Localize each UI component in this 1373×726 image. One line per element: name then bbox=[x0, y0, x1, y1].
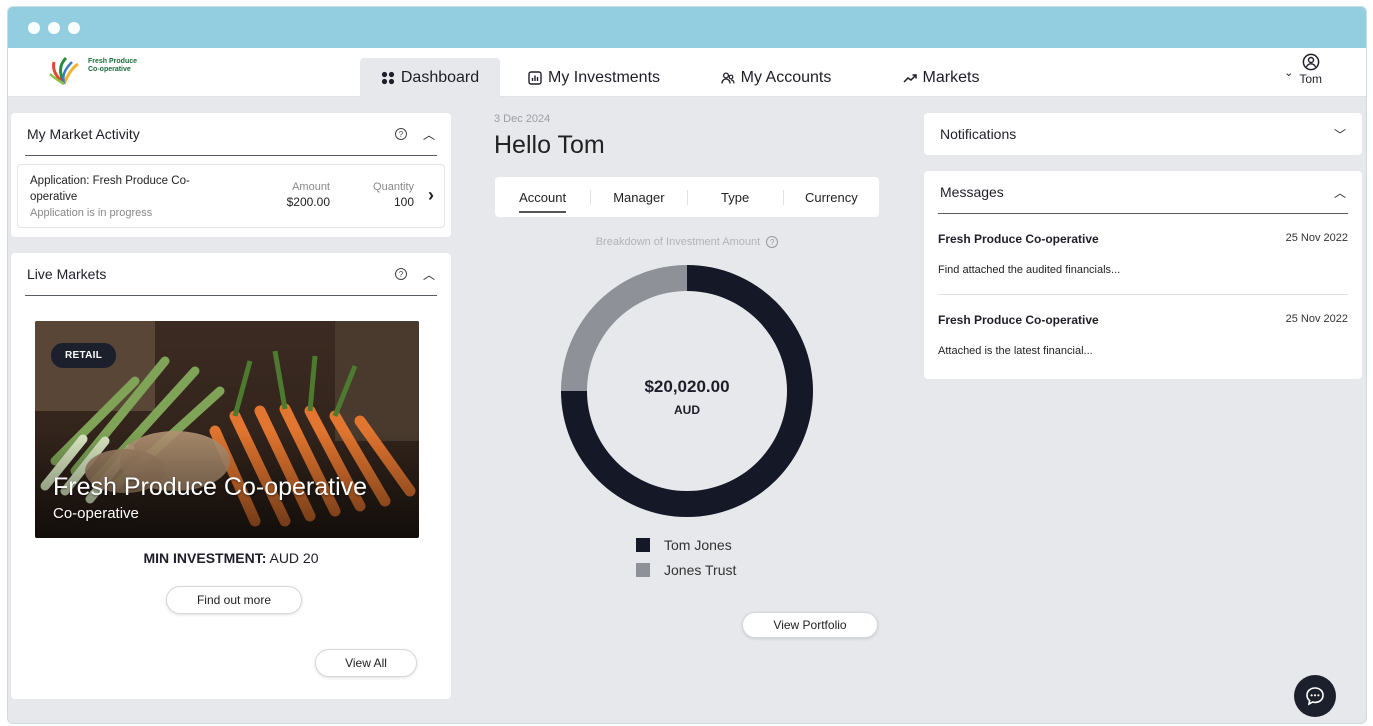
brand-name: Fresh Produce Co-operative bbox=[88, 58, 138, 73]
notifications-card[interactable]: Notifications ﹀ bbox=[924, 113, 1362, 155]
chevron-up-icon[interactable]: ︿ bbox=[423, 266, 435, 283]
app-header: Fresh Produce Co-operative Dashboard My … bbox=[8, 48, 1366, 98]
filter-account[interactable]: Account bbox=[495, 189, 592, 213]
tab-label: Markets bbox=[922, 69, 980, 86]
find-out-more-button[interactable]: Find out more bbox=[166, 586, 302, 614]
user-menu[interactable]: ⌄ Tom bbox=[1284, 53, 1322, 86]
activity-amount: Amount $200.00 bbox=[254, 181, 330, 209]
message-sender: Fresh Produce Co-operative bbox=[938, 313, 1099, 327]
legend-item-1: Jones Trust bbox=[636, 557, 736, 582]
chart-legend: Tom Jones Jones Trust bbox=[636, 532, 736, 582]
chevron-down-icon[interactable]: ﹀ bbox=[1334, 126, 1346, 143]
chat-bubble-icon bbox=[1306, 687, 1324, 706]
legend-label: Jones Trust bbox=[664, 561, 737, 578]
window-minimize-dot[interactable] bbox=[48, 21, 60, 34]
total-currency: AUD bbox=[674, 403, 700, 417]
tab-label: Dashboard bbox=[400, 69, 480, 86]
tab-my-accounts[interactable]: My Accounts bbox=[688, 58, 864, 98]
quantity-label: Quantity bbox=[373, 181, 414, 193]
card-title: My Market Activity bbox=[27, 126, 140, 142]
tab-markets[interactable]: Markets bbox=[864, 58, 1018, 98]
user-circle-icon bbox=[1302, 53, 1320, 71]
market-name: Fresh Produce Co-operative bbox=[53, 473, 368, 501]
breakdown-title: Breakdown of Investment Amount bbox=[595, 236, 761, 248]
message-body: Find attached the audited financials... bbox=[938, 264, 1121, 276]
user-name: Tom bbox=[1299, 72, 1322, 86]
amount-value: $200.00 bbox=[286, 195, 330, 209]
current-date: 3 Dec 2024 bbox=[494, 113, 551, 125]
tab-my-investments[interactable]: My Investments bbox=[500, 58, 688, 98]
chevron-down-icon: ⌄ bbox=[1284, 67, 1294, 79]
window-close-dot[interactable] bbox=[28, 21, 40, 34]
chevron-up-icon[interactable]: ︿ bbox=[1334, 184, 1346, 201]
legend-swatch bbox=[636, 562, 650, 577]
users-icon bbox=[720, 72, 735, 84]
view-portfolio-button[interactable]: View Portfolio bbox=[742, 612, 878, 638]
activity-title: Application: Fresh Produce Co-operative bbox=[30, 175, 190, 203]
market-activity-card: My Market Activity ? ︿ Application: Fres… bbox=[11, 113, 451, 237]
bar-chart-icon bbox=[528, 71, 542, 85]
card-title: Live Markets bbox=[27, 266, 107, 282]
view-all-button[interactable]: View All bbox=[315, 649, 417, 677]
total-amount: $20,020.00 bbox=[644, 377, 730, 396]
divider bbox=[25, 295, 437, 296]
greeting: Hello Tom bbox=[494, 131, 605, 159]
breakdown-heading: Breakdown of Investment Amount ? bbox=[494, 236, 880, 249]
filter-bar: Account Manager Type Currency bbox=[495, 177, 879, 217]
message-date: 25 Nov 2022 bbox=[1285, 232, 1348, 244]
logo-icon bbox=[49, 56, 79, 86]
trending-up-icon bbox=[903, 74, 917, 83]
market-type: Co-operative bbox=[53, 505, 139, 522]
chevron-right-icon[interactable]: › bbox=[428, 185, 434, 206]
message-item[interactable]: Fresh Produce Co-operative 25 Nov 2022 F… bbox=[938, 214, 1348, 294]
donut-slice-1[interactable] bbox=[561, 265, 687, 391]
browser-window: Fresh Produce Co-operative Dashboard My … bbox=[7, 6, 1367, 724]
card-title: Messages bbox=[940, 184, 1004, 200]
help-icon[interactable]: ? bbox=[394, 128, 407, 140]
filter-type[interactable]: Type bbox=[688, 189, 784, 205]
window-titlebar bbox=[8, 7, 1366, 48]
min-investment: MIN INVESTMENT: AUD 20 bbox=[11, 550, 451, 566]
chevron-up-icon[interactable]: ︿ bbox=[423, 126, 435, 143]
grid-icon bbox=[381, 71, 394, 85]
main-nav: Dashboard My Investments My Accounts Mar… bbox=[360, 58, 1018, 98]
help-icon[interactable]: ? bbox=[394, 268, 407, 280]
amount-label: Amount bbox=[292, 181, 330, 193]
message-sender: Fresh Produce Co-operative bbox=[938, 232, 1099, 246]
messages-card: Messages ︿ Fresh Produce Co-operative 25… bbox=[924, 171, 1362, 379]
tab-dashboard[interactable]: Dashboard bbox=[360, 58, 500, 98]
card-title: Notifications bbox=[940, 126, 1017, 142]
tab-label: My Accounts bbox=[740, 69, 832, 86]
divider bbox=[25, 155, 437, 156]
message-item[interactable]: Fresh Produce Co-operative 25 Nov 2022 A… bbox=[938, 294, 1348, 374]
activity-status: Application is in progress bbox=[30, 207, 153, 219]
chat-button[interactable] bbox=[1294, 675, 1336, 717]
activity-item[interactable]: Application: Fresh Produce Co-operative … bbox=[17, 164, 445, 228]
market-image[interactable]: RETAIL Fresh Produce Co-operative Co-ope… bbox=[35, 321, 419, 538]
legend-swatch bbox=[636, 537, 650, 552]
min-investment-label: MIN INVESTMENT: bbox=[143, 550, 267, 566]
message-date: 25 Nov 2022 bbox=[1285, 313, 1348, 325]
legend-item-0: Tom Jones bbox=[636, 532, 736, 557]
live-markets-card: Live Markets ? ︿ RETAIL Fresh Produce Co… bbox=[11, 253, 451, 699]
filter-currency[interactable]: Currency bbox=[784, 190, 879, 205]
message-body: Attached is the latest financial... bbox=[938, 345, 1093, 357]
legend-label: Tom Jones bbox=[664, 536, 732, 553]
retail-badge: RETAIL bbox=[51, 343, 117, 368]
activity-quantity: Quantity 100 bbox=[348, 181, 414, 209]
help-icon[interactable]: ? bbox=[766, 236, 779, 249]
filter-manager[interactable]: Manager bbox=[591, 189, 688, 205]
min-investment-value: AUD 20 bbox=[269, 550, 319, 566]
brand-logo[interactable]: Fresh Produce Co-operative bbox=[46, 52, 148, 88]
window-maximize-dot[interactable] bbox=[68, 21, 80, 34]
quantity-value: 100 bbox=[393, 195, 414, 209]
tab-label: My Investments bbox=[547, 69, 661, 86]
